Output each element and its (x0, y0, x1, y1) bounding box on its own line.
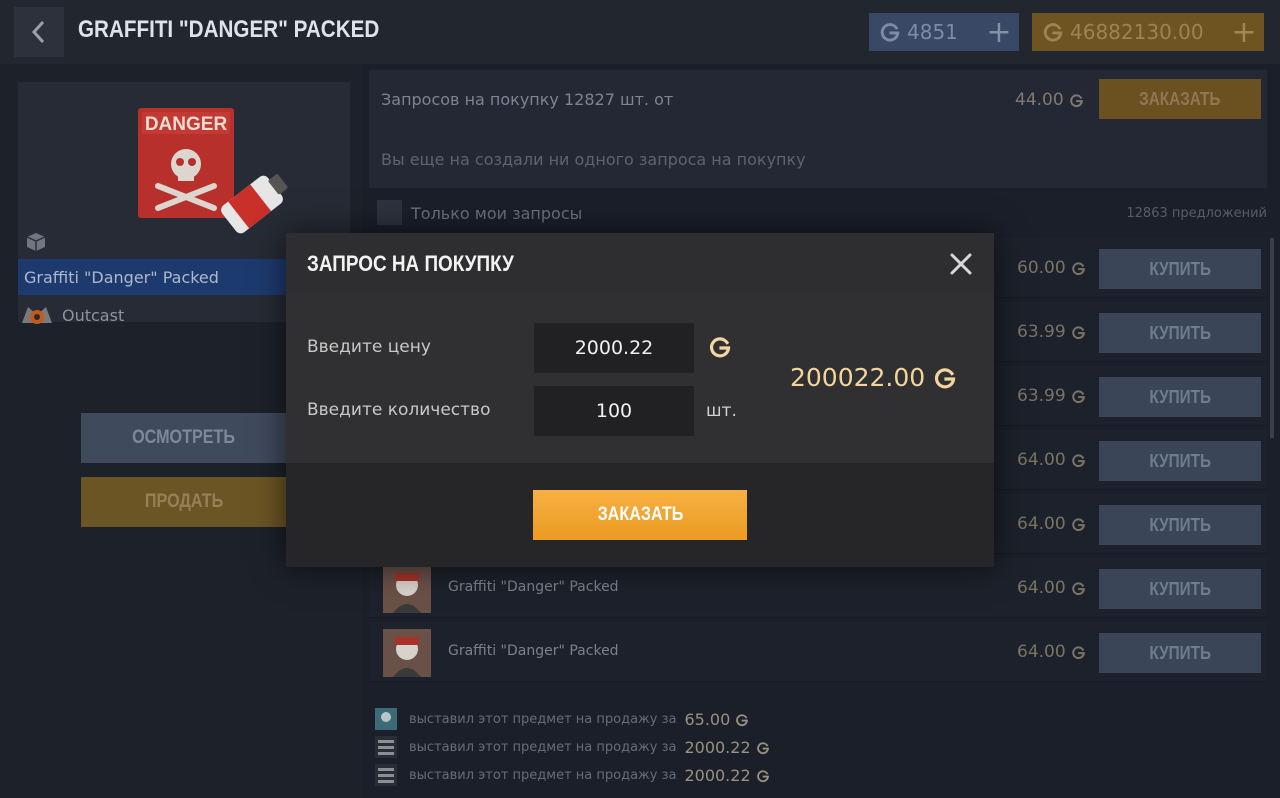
total-price: 200022.00 (790, 363, 957, 392)
my-requests-label: Только мои запросы (411, 204, 583, 223)
gold-coin-icon (1071, 645, 1086, 660)
silver-balance: 4851 (907, 20, 958, 44)
order-button[interactable]: ЗАКАЗАТЬ (533, 490, 747, 540)
quantity-input[interactable]: 100 (534, 386, 694, 436)
order-request-button[interactable]: ЗАКАЗАТЬ (1099, 79, 1261, 119)
gold-coin-icon (1071, 453, 1086, 468)
collection-row: Outcast (18, 300, 124, 330)
dialog-body: Введите цену 2000.22 Введите количество … (286, 295, 994, 463)
history-price: 2000.22 (684, 766, 769, 785)
gold-coin-icon (1071, 389, 1086, 404)
price-input[interactable]: 2000.22 (534, 323, 694, 373)
player-avatar (375, 764, 397, 786)
history-text: выставил этот предмет на продажу за (409, 767, 677, 783)
offer-item-name: Graffiti "Danger" Packed (448, 579, 619, 595)
requests-summary: Запросов на покупку 12827 шт. от (381, 90, 674, 109)
purchase-request-dialog: ЗАПРОС НА ПОКУПКУ Введите цену 2000.22 В… (286, 233, 994, 567)
my-requests-checkbox[interactable] (377, 200, 402, 225)
no-requests-message: Вы еще на создали ни одного запроса на п… (381, 150, 806, 169)
gold-coin-icon (1042, 21, 1064, 43)
offer-row: Graffiti "Danger" Packed 64.00 КУПИТЬ (369, 558, 1267, 618)
top-bar: GRAFFITI "DANGER" PACKED 4851 + 46882130… (0, 0, 1280, 64)
gold-coin-icon (1071, 517, 1086, 532)
requests-min-price: 44.00 (1015, 90, 1084, 110)
offer-price: 63.99 (1017, 386, 1086, 406)
gold-coin-icon (735, 713, 749, 727)
buy-button[interactable]: КУПИТЬ (1099, 569, 1261, 609)
gold-coin-icon (933, 366, 957, 390)
history-text: выставил этот предмет на продажу за (409, 711, 677, 727)
gold-currency-display: 46882130.00 + (1032, 13, 1264, 51)
offers-count: 12863 предложений (1126, 206, 1267, 221)
buy-button[interactable]: КУПИТЬ (1099, 377, 1261, 417)
total-value: 200022.00 (790, 363, 926, 392)
history-price: 65.00 (684, 710, 749, 729)
offer-price: 64.00 (1017, 514, 1086, 534)
buy-button[interactable]: КУПИТЬ (1099, 505, 1261, 545)
order-request-label: ЗАКАЗАТЬ (1139, 88, 1221, 109)
player-avatar (375, 736, 397, 758)
offer-item-name: Graffiti "Danger" Packed (448, 643, 619, 659)
dialog-footer: ЗАКАЗАТЬ (286, 463, 994, 567)
quantity-label: Введите количество (307, 400, 491, 420)
offer-price: 64.00 (1017, 450, 1086, 470)
history-entry: выставил этот предмет на продажу за 2000… (369, 762, 770, 788)
gold-coin-icon (756, 769, 770, 783)
purchase-requests-panel: Запросов на покупку 12827 шт. от 44.00 З… (369, 70, 1267, 188)
page-title: GRAFFITI "DANGER" PACKED (78, 16, 380, 43)
seller-avatar (383, 629, 431, 677)
offer-price: 63.99 (1017, 322, 1086, 342)
collection-name: Outcast (62, 305, 125, 325)
buy-button[interactable]: КУПИТЬ (1099, 313, 1261, 353)
sell-button-label: ПРОДАТЬ (144, 491, 224, 512)
player-avatar (375, 708, 397, 730)
graffiti-danger-image: DANGER (138, 108, 288, 234)
gold-coin-icon (1071, 261, 1086, 276)
seller-avatar (383, 565, 431, 613)
back-button[interactable] (14, 7, 64, 57)
gold-coin-icon (1071, 581, 1086, 596)
buy-button[interactable]: КУПИТЬ (1099, 249, 1261, 289)
history-entry: выставил этот предмет на продажу за 2000… (369, 734, 770, 760)
add-gold-button[interactable]: + (1224, 13, 1264, 51)
offer-price: 64.00 (1017, 578, 1086, 598)
history-text: выставил этот предмет на продажу за (409, 739, 677, 755)
buy-button[interactable]: КУПИТЬ (1099, 441, 1261, 481)
offer-price: 64.00 (1017, 642, 1086, 662)
outcast-emblem-icon (22, 307, 52, 324)
buy-button[interactable]: КУПИТЬ (1099, 633, 1261, 673)
chevron-left-icon (31, 20, 45, 44)
order-button-label: ЗАКАЗАТЬ (597, 504, 683, 525)
silver-currency-display: 4851 + (869, 13, 1019, 51)
item-name: Graffiti "Danger" Packed (24, 267, 219, 287)
offer-price: 60.00 (1017, 258, 1086, 278)
my-requests-filter: Только мои запросы 12863 предложений (369, 196, 1267, 232)
price-label: Введите цену (307, 337, 431, 357)
gold-balance: 46882130.00 (1070, 20, 1204, 44)
offers-scrollbar[interactable] (1270, 238, 1274, 438)
dialog-header: ЗАПРОС НА ПОКУПКУ (286, 233, 994, 295)
gold-coin-icon (756, 741, 770, 755)
sales-history: выставил этот предмет на продажу за 65.0… (369, 702, 1269, 798)
dialog-title: ЗАПРОС НА ПОКУПКУ (307, 251, 514, 276)
close-icon[interactable] (946, 249, 976, 279)
gold-coin-icon (1069, 93, 1084, 108)
offer-row: Graffiti "Danger" Packed 64.00 КУПИТЬ (369, 622, 1267, 682)
history-price: 2000.22 (684, 738, 769, 757)
quantity-unit: шт. (706, 401, 737, 421)
silver-coin-icon (879, 21, 901, 43)
inspect-button-label: ОСМОТРЕТЬ (132, 427, 236, 448)
gold-coin-icon (708, 335, 732, 359)
package-icon (26, 233, 46, 251)
inspect-button[interactable]: ОСМОТРЕТЬ (81, 413, 287, 463)
add-silver-button[interactable]: + (979, 13, 1019, 51)
sell-button[interactable]: ПРОДАТЬ (81, 477, 287, 527)
danger-text: DANGER (145, 114, 228, 135)
history-entry: выставил этот предмет на продажу за 65.0… (369, 706, 749, 732)
gold-coin-icon (1071, 325, 1086, 340)
